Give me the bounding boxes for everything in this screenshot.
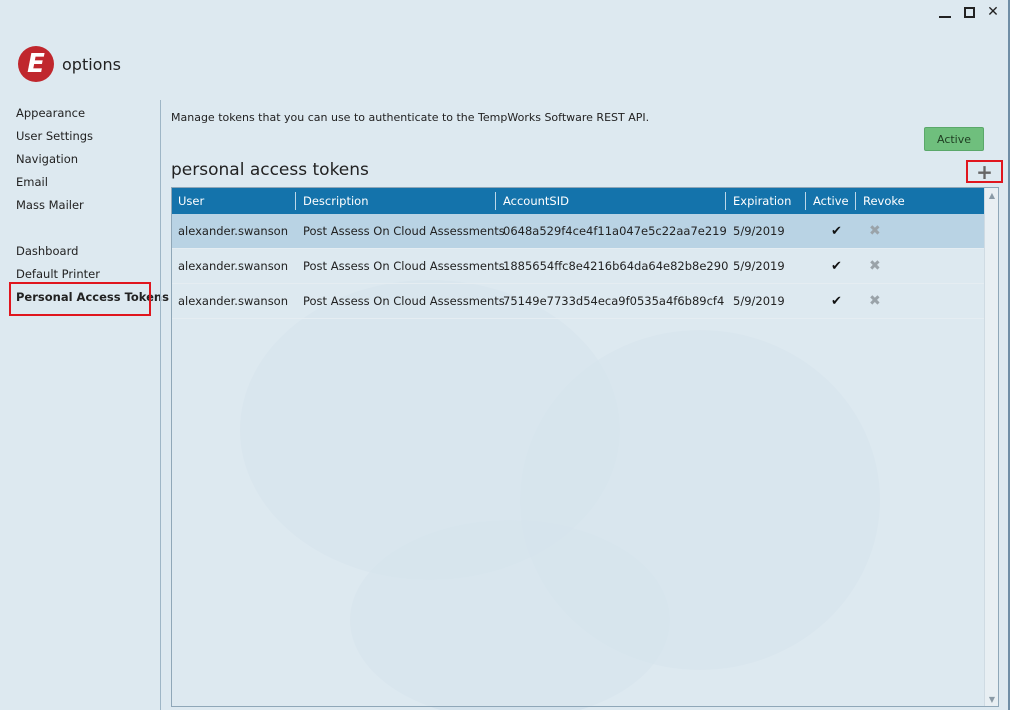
revoke-icon[interactable]: ✖ xyxy=(863,214,881,249)
close-button[interactable]: ✕ xyxy=(986,4,1000,20)
highlight-box-sidebar xyxy=(9,282,151,316)
intro-text: Manage tokens that you can use to authen… xyxy=(171,111,650,124)
active-check-icon: ✔ xyxy=(831,259,842,274)
logo-letter: E xyxy=(27,49,45,79)
cell-accountsid: 1885654ffc8e4216b64da64e82b8e290 xyxy=(503,259,729,273)
cell-description: Post Assess On Cloud Assessments xyxy=(303,294,505,308)
vertical-scrollbar[interactable]: ▲ ▼ xyxy=(984,188,998,706)
table-row[interactable]: alexander.swanson Post Assess On Cloud A… xyxy=(172,214,984,249)
cell-accountsid: 75149e7733d54eca9f0535a4f6b89cf4 xyxy=(503,294,725,308)
close-icon: ✕ xyxy=(987,4,999,20)
sidebar-item-user-settings[interactable]: User Settings xyxy=(0,127,160,150)
cell-expiration: 5/9/2019 xyxy=(733,294,785,308)
sidebar-item-email[interactable]: Email xyxy=(0,173,160,196)
plus-icon: + xyxy=(976,159,993,184)
cell-user: alexander.swanson xyxy=(178,259,289,273)
column-header-active[interactable]: Active xyxy=(807,188,849,214)
app-logo: E xyxy=(18,46,54,82)
scroll-up-icon[interactable]: ▲ xyxy=(985,188,999,202)
maximize-button[interactable] xyxy=(962,4,976,20)
cell-user: alexander.swanson xyxy=(178,294,289,308)
maximize-icon xyxy=(963,6,975,18)
page-title: options xyxy=(62,54,121,74)
cell-expiration: 5/9/2019 xyxy=(733,259,785,273)
cell-user: alexander.swanson xyxy=(178,224,289,238)
minimize-button[interactable] xyxy=(938,4,952,20)
cell-accountsid: 0648a529f4ce4f11a047e5c22aa7e219 xyxy=(503,224,727,238)
sidebar-divider xyxy=(160,100,161,710)
cell-expiration: 5/9/2019 xyxy=(733,224,785,238)
scroll-down-icon[interactable]: ▼ xyxy=(985,692,999,706)
column-separator xyxy=(725,192,726,210)
table-row[interactable]: alexander.swanson Post Assess On Cloud A… xyxy=(172,284,984,319)
sidebar: Appearance User Settings Navigation Emai… xyxy=(0,104,169,311)
brand: E options xyxy=(18,46,121,82)
column-header-accountsid[interactable]: AccountSID xyxy=(497,188,569,214)
grid-header: User Description AccountSID Expiration A… xyxy=(172,188,984,214)
sidebar-item-appearance[interactable]: Appearance xyxy=(0,104,160,127)
tokens-grid: User Description AccountSID Expiration A… xyxy=(171,187,999,707)
column-header-description[interactable]: Description xyxy=(297,188,369,214)
column-separator xyxy=(855,192,856,210)
table-row[interactable]: alexander.swanson Post Assess On Cloud A… xyxy=(172,249,984,284)
column-header-expiration[interactable]: Expiration xyxy=(727,188,791,214)
add-token-button[interactable]: + xyxy=(966,160,1003,183)
column-header-revoke[interactable]: Revoke xyxy=(857,188,905,214)
revoke-icon[interactable]: ✖ xyxy=(863,284,881,319)
minimize-icon xyxy=(939,16,951,18)
section-title: personal access tokens xyxy=(171,160,369,180)
sidebar-item-dashboard[interactable]: Dashboard xyxy=(0,242,160,265)
column-separator xyxy=(805,192,806,210)
active-check-icon: ✔ xyxy=(831,224,842,239)
column-separator xyxy=(295,192,296,210)
cell-description: Post Assess On Cloud Assessments xyxy=(303,224,505,238)
column-header-user[interactable]: User xyxy=(172,188,204,214)
sidebar-item-navigation[interactable]: Navigation xyxy=(0,150,160,173)
active-check-icon: ✔ xyxy=(831,294,842,309)
window-controls: ✕ xyxy=(938,4,1000,20)
revoke-icon[interactable]: ✖ xyxy=(863,249,881,284)
sidebar-item-mass-mailer[interactable]: Mass Mailer xyxy=(0,196,160,219)
cell-description: Post Assess On Cloud Assessments xyxy=(303,259,505,273)
options-window: ✕ E options Appearance User Settings Nav… xyxy=(0,0,1010,710)
active-filter-button[interactable]: Active xyxy=(924,127,984,151)
column-separator xyxy=(495,192,496,210)
